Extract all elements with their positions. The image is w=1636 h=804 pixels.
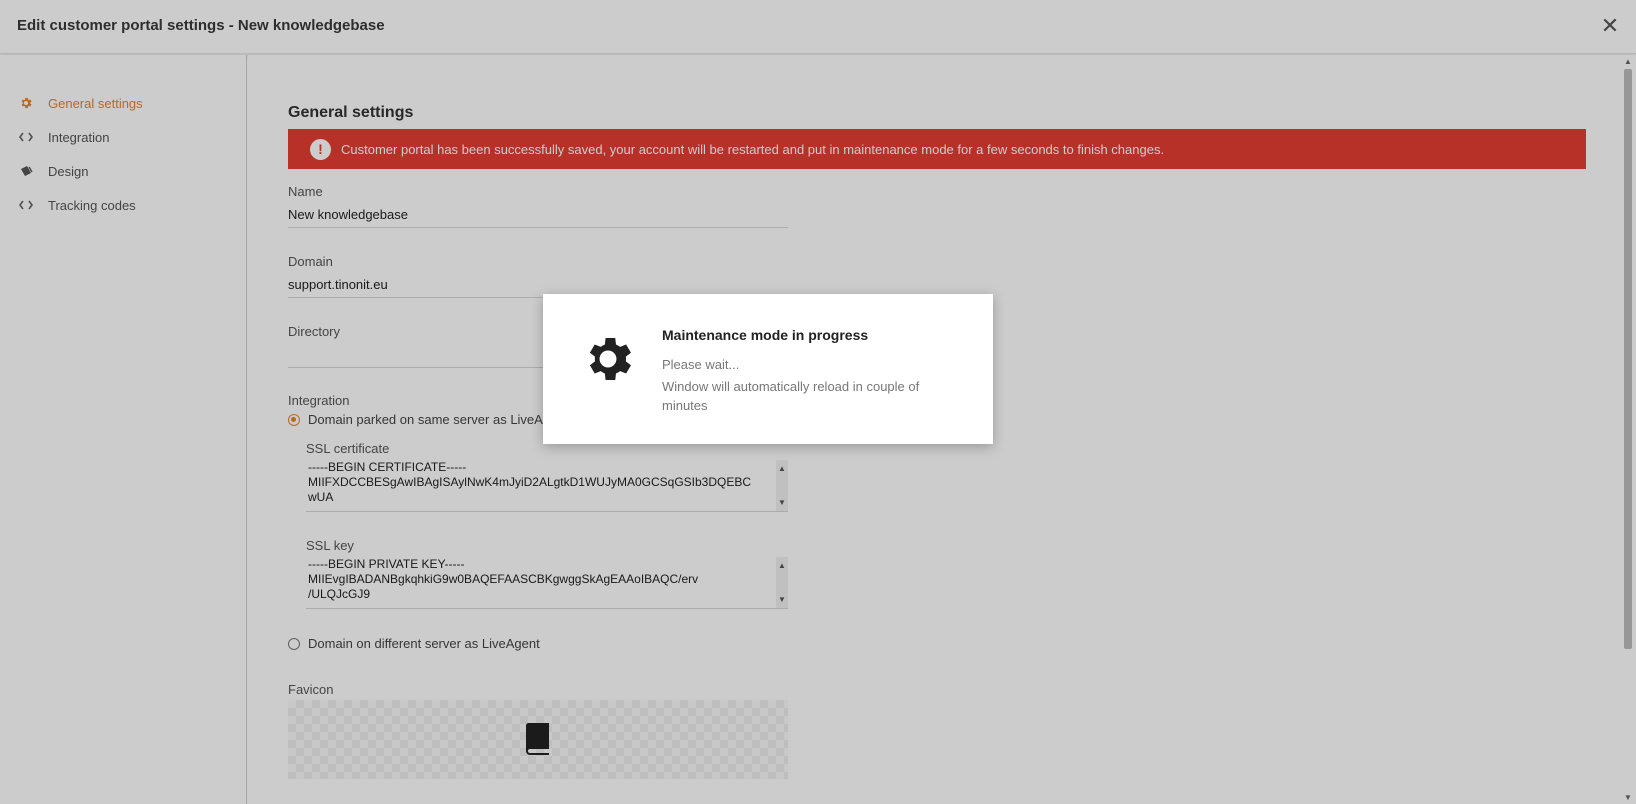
maintenance-dialog: Maintenance mode in progress Please wait… bbox=[543, 294, 993, 444]
gear-icon bbox=[589, 337, 631, 381]
dialog-message: Window will automatically reload in coup… bbox=[662, 379, 920, 413]
dialog-title: Maintenance mode in progress bbox=[662, 327, 869, 343]
dialog-subtitle: Please wait... bbox=[662, 357, 740, 372]
